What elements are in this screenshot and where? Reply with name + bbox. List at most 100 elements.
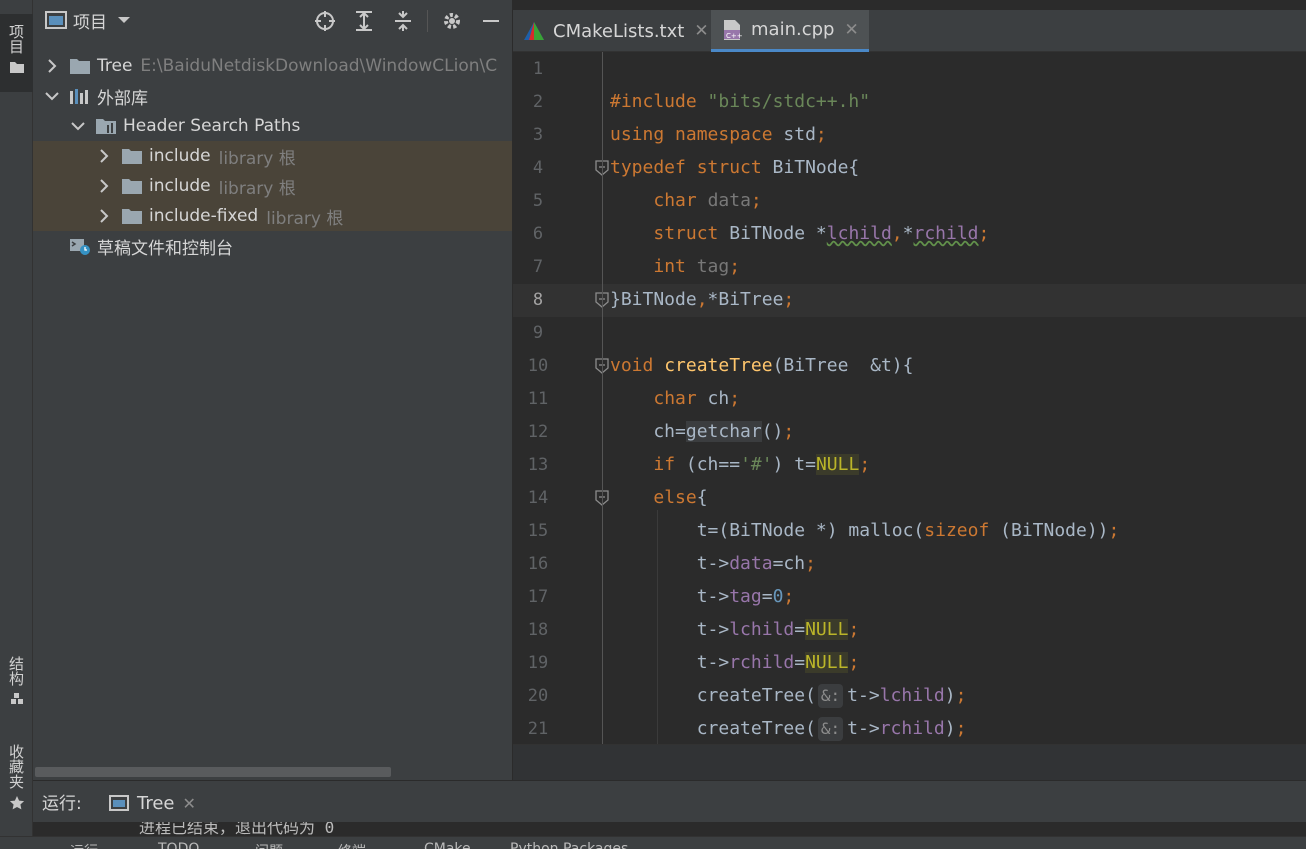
tree-item-hint: library 根: [266, 208, 344, 229]
code-line-8[interactable]: }BiTNode,*BiTree;: [610, 283, 794, 316]
code-line-5[interactable]: char data;: [610, 184, 761, 217]
code-area[interactable]: #include "bits/stdc++.h" using namespace…: [610, 52, 1306, 744]
bottom-tool-stripe: 运行 TODO 问题 终端 CMake Python Packages: [0, 836, 1306, 849]
editor-breadcrumb-bar: [513, 744, 1306, 780]
code-line-20[interactable]: createTree(&: t->lchild);: [610, 679, 966, 712]
gear-icon[interactable]: [441, 10, 463, 32]
tab-cmakelists[interactable]: CMakeLists.txt ✕: [513, 10, 711, 52]
code-line-13[interactable]: if (ch=='#') t=NULL;: [610, 448, 870, 481]
tree-item-scratches[interactable]: 草稿文件和控制台: [33, 231, 512, 261]
code-line-4[interactable]: typedef struct BiTNode{: [610, 151, 859, 184]
line-number: 9: [532, 323, 544, 343]
code-line-2[interactable]: #include "bits/stdc++.h": [610, 85, 870, 118]
stripe-favorites-button[interactable]: 收藏夹: [0, 744, 33, 811]
close-icon[interactable]: ✕: [694, 21, 708, 41]
tool-terminal[interactable]: 终端: [338, 841, 366, 849]
stripe-project-button[interactable]: 项目: [0, 14, 33, 92]
cmake-icon: [524, 22, 544, 40]
line-number: 19: [527, 653, 549, 673]
tree-item-label: 外部库: [97, 88, 148, 109]
horizontal-scrollbar[interactable]: [35, 767, 391, 777]
tree-item-path: E:\BaiduNetdiskDownload\WindowCLion\C: [140, 56, 498, 76]
tree-item-label: include: [149, 146, 211, 166]
close-icon[interactable]: ✕: [844, 20, 858, 40]
code-line-21[interactable]: createTree(&: t->rchild);: [610, 712, 966, 745]
code-line-3[interactable]: using namespace std;: [610, 118, 827, 151]
line-number: 6: [532, 224, 544, 244]
stripe-structure-button[interactable]: 结构: [0, 656, 33, 706]
folder-icon: [122, 208, 142, 224]
line-number: 8: [532, 290, 544, 310]
line-number: 15: [527, 521, 549, 541]
tool-problems[interactable]: 问题: [255, 841, 283, 849]
line-number: 18: [527, 620, 549, 640]
tree-item-header-search-paths[interactable]: Header Search Paths: [33, 111, 512, 141]
code-line-15[interactable]: t=(BiTNode *) malloc(sizeof (BiTNode));: [610, 514, 1120, 547]
tool-cmake[interactable]: CMake: [424, 841, 471, 849]
code-line-7[interactable]: int tag;: [610, 250, 740, 283]
minimize-icon[interactable]: [480, 10, 502, 32]
collapse-all-icon[interactable]: [392, 10, 414, 32]
code-line-17[interactable]: t->tag=0;: [610, 580, 795, 613]
project-panel-header: 项目: [33, 0, 512, 40]
tree-item-external-libraries[interactable]: 外部库: [33, 81, 512, 111]
code-line-10[interactable]: void createTree(BiTree &t){: [610, 349, 913, 382]
line-number: 11: [527, 389, 549, 409]
line-number: 12: [527, 422, 549, 442]
run-console: 进程已结束，退出代码为 0: [33, 822, 1306, 836]
project-panel-title: 项目: [73, 12, 107, 33]
run-panel-header: 运行: Tree ✕: [33, 780, 1306, 822]
chevron-right-icon[interactable]: [97, 209, 111, 223]
tree-item-tree[interactable]: Tree E:\BaiduNetdiskDownload\WindowCLion…: [33, 51, 512, 81]
chevron-down-icon[interactable]: [71, 119, 85, 133]
tree-item-include[interactable]: include library 根: [33, 171, 512, 201]
expand-all-icon[interactable]: [353, 10, 375, 32]
code-line-19[interactable]: t->rchild=NULL;: [610, 646, 859, 679]
tree-item-label: Header Search Paths: [123, 116, 301, 136]
line-number: 10: [527, 356, 549, 376]
chevron-right-icon[interactable]: [45, 59, 59, 73]
tree-item-include-fixed[interactable]: include-fixed library 根: [33, 201, 512, 231]
run-tab-tree[interactable]: Tree ✕: [109, 789, 196, 817]
tree-item-include[interactable]: include library 根: [33, 141, 512, 171]
parameter-hint: &:: [817, 717, 844, 741]
line-number: 7: [532, 257, 544, 277]
gutter-separator: [602, 52, 603, 744]
tree-item-label: 草稿文件和控制台: [97, 238, 233, 259]
line-number: 14: [527, 488, 549, 508]
code-line-14[interactable]: else{: [610, 481, 707, 514]
code-line-11[interactable]: char ch;: [610, 382, 740, 415]
code-line-6[interactable]: struct BiTNode *lchild,*rchild;: [610, 217, 989, 250]
scratches-icon: [70, 238, 90, 255]
svg-text:C++: C++: [726, 32, 743, 40]
chevron-down-icon[interactable]: [117, 15, 131, 25]
close-icon[interactable]: ✕: [183, 794, 196, 813]
chevron-right-icon[interactable]: [97, 179, 111, 193]
left-tool-stripe: 项目 结构 收藏夹: [0, 0, 33, 849]
stripe-structure-label: 结构: [7, 656, 25, 686]
line-number: 3: [532, 125, 544, 145]
folder-icon: [9, 62, 24, 73]
tool-run[interactable]: 运行: [70, 841, 98, 849]
line-number: 2: [532, 92, 544, 112]
tab-label: CMakeLists.txt: [553, 20, 685, 42]
stripe-project-label: 项目: [7, 24, 25, 54]
editor-tab-bar: CMakeLists.txt ✕ C++ main.cpp ✕: [513, 10, 1306, 52]
tool-python-packages[interactable]: Python Packages: [510, 841, 628, 849]
code-line-18[interactable]: t->lchild=NULL;: [610, 613, 859, 646]
tab-label: main.cpp: [751, 19, 835, 40]
tab-main-cpp[interactable]: C++ main.cpp ✕: [711, 10, 869, 52]
chevron-right-icon[interactable]: [97, 149, 111, 163]
line-number: 1: [532, 59, 544, 79]
star-icon: [9, 796, 24, 810]
structure-icon: [10, 693, 23, 704]
tree-item-label: Tree: [97, 56, 133, 76]
cpp-file-icon: C++: [724, 19, 743, 40]
tool-todo[interactable]: TODO: [158, 841, 199, 849]
locate-icon[interactable]: [314, 10, 336, 32]
code-line-16[interactable]: t->data=ch;: [610, 547, 816, 580]
tree-item-hint: library 根: [218, 148, 296, 169]
header-separator: [427, 10, 428, 32]
code-line-12[interactable]: ch=getchar();: [610, 415, 794, 448]
chevron-down-icon[interactable]: [45, 89, 59, 103]
